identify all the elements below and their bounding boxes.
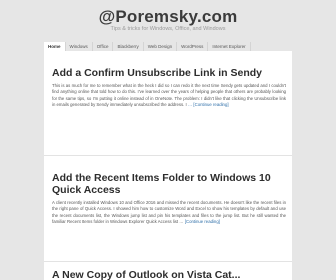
nav-item-windows[interactable]: Windows	[66, 42, 93, 51]
content-area: Add a Confirm Unsubscribe Link in Sendy …	[44, 51, 292, 280]
nav-item-office[interactable]: Office	[93, 42, 114, 51]
post-entry: Add the Recent Items Folder to Windows 1…	[52, 172, 286, 225]
nav-item-blackberry[interactable]: Blackberry	[113, 42, 144, 51]
continue-reading-link[interactable]: [Continue reading]	[185, 219, 220, 224]
site-title[interactable]: @Poremsky.com	[0, 7, 336, 27]
post-excerpt: A client recently installed Windows 10 a…	[52, 200, 286, 225]
post-entry: Add a Confirm Unsubscribe Link in Sendy …	[52, 67, 286, 108]
continue-reading-link[interactable]: … [Continue reading]	[188, 102, 229, 107]
post-title[interactable]: A New Copy of Outlook on Vista Cat...	[52, 269, 286, 280]
nav-item-web-design[interactable]: Web Design	[144, 42, 178, 51]
post-title[interactable]: Add a Confirm Unsubscribe Link in Sendy	[52, 67, 286, 79]
nav-item-home[interactable]: Home	[44, 42, 66, 51]
site-header: @Poremsky.com Tips & tricks for Windows,…	[0, 0, 336, 40]
post-excerpt-text: This is as much for me to remember what …	[52, 83, 286, 107]
nav-item-wordpress[interactable]: WordPress	[177, 42, 209, 51]
main-nav: Home Windows Office Blackberry Web Desig…	[44, 42, 292, 51]
post-excerpt: This is as much for me to remember what …	[52, 83, 286, 108]
post-divider	[44, 155, 292, 156]
site-tagline: Tips & tricks for Windows, Office, and W…	[110, 26, 226, 32]
post-divider	[44, 261, 292, 262]
post-title[interactable]: Add the Recent Items Folder to Windows 1…	[52, 172, 286, 196]
nav-item-internet-explorer[interactable]: Internet Explorer	[208, 42, 251, 51]
post-excerpt-text: A client recently installed Windows 10 a…	[52, 200, 286, 224]
